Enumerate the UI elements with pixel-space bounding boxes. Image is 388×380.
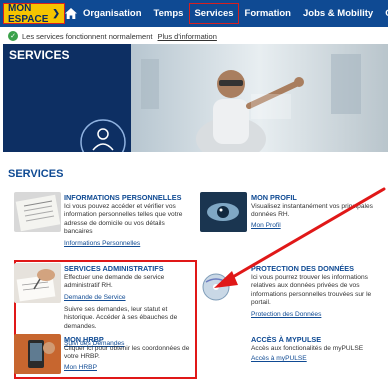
nav-jobs-mobility[interactable]: Jobs & Mobility (297, 3, 379, 24)
eye-scan-icon (200, 192, 247, 232)
mon-hrbp-link[interactable]: Mon HRBP (64, 364, 97, 371)
home-icon (64, 8, 77, 19)
card-description: Accès aux fonctionalités de myPULSE (251, 345, 364, 352)
section-title: SERVICES (8, 168, 64, 180)
mon-espace-label: MON ESPACE (8, 2, 49, 25)
document-thumbnail (14, 192, 61, 232)
nav-organisation[interactable]: Organisation (77, 3, 148, 24)
card-title: MON PROFIL (251, 193, 297, 202)
card-title: MON HRBP (64, 335, 104, 344)
pen-writing-icon (14, 263, 61, 303)
profile-thumbnail (200, 192, 247, 232)
banner-photo (131, 44, 388, 152)
card-title: PROTECTION DES DONNÉES (251, 264, 354, 273)
banner-title: SERVICES (9, 48, 70, 62)
service-status: ✓ Les services fonctionnent normalement … (8, 30, 217, 42)
card-description: Effectuer une demande de service adminis… (64, 274, 165, 290)
user-icon (80, 119, 126, 152)
home-button[interactable] (64, 0, 77, 27)
disc-thumbnail (200, 263, 247, 303)
status-info-link[interactable]: Plus d'information (158, 32, 217, 41)
card-description: Visualisez instantanément vos principale… (251, 203, 373, 219)
document-icon (14, 192, 61, 232)
card-description: Ici vous pouvez accéder et vérifier vos … (64, 203, 183, 235)
card-title: INFORMATIONS PERSONNELLES (64, 193, 182, 202)
mon-profil-link[interactable]: Mon Profil (251, 222, 281, 229)
nav-temps[interactable]: Temps (148, 3, 190, 24)
card-title: SERVICES ADMINISTRATIFS (64, 264, 164, 273)
card-description: Cliquer ici pour obtenir les coordonnées… (64, 345, 190, 361)
phone-thumbnail (14, 334, 61, 374)
card-title: ACCÈS À MYPULSE (251, 335, 322, 344)
nav-services[interactable]: Services (189, 3, 239, 24)
phone-icon (14, 334, 61, 374)
services-banner: SERVICES (3, 44, 388, 152)
nav-formation[interactable]: Formation (239, 3, 297, 24)
protection-des-donnees-link[interactable]: Protection des Données (251, 311, 321, 318)
writing-thumbnail (14, 263, 61, 303)
disc-icon (200, 263, 247, 303)
mon-espace-dropdown[interactable]: MON ESPACE ❯ (3, 2, 65, 25)
chevron-down-icon: ❯ (52, 8, 60, 18)
card-description: Ici vous pourrez trouver les information… (251, 274, 372, 306)
top-navbar: MON ESPACE ❯ Organisation Temps Services… (0, 0, 388, 27)
acces-mypulse-link[interactable]: Accès à myPULSE (251, 355, 307, 362)
demande-de-service-link[interactable]: Demande de Service (64, 294, 126, 301)
informations-personnelles-link[interactable]: Informations Personnelles (64, 240, 140, 247)
nav-more[interactable]: C (379, 3, 388, 24)
banner-side-panel: SERVICES (3, 44, 131, 152)
check-icon: ✓ (8, 31, 18, 41)
card-description: Suivre ses demandes, leur statut et hist… (64, 306, 178, 330)
status-text: Les services fonctionnent normalement (22, 31, 153, 41)
